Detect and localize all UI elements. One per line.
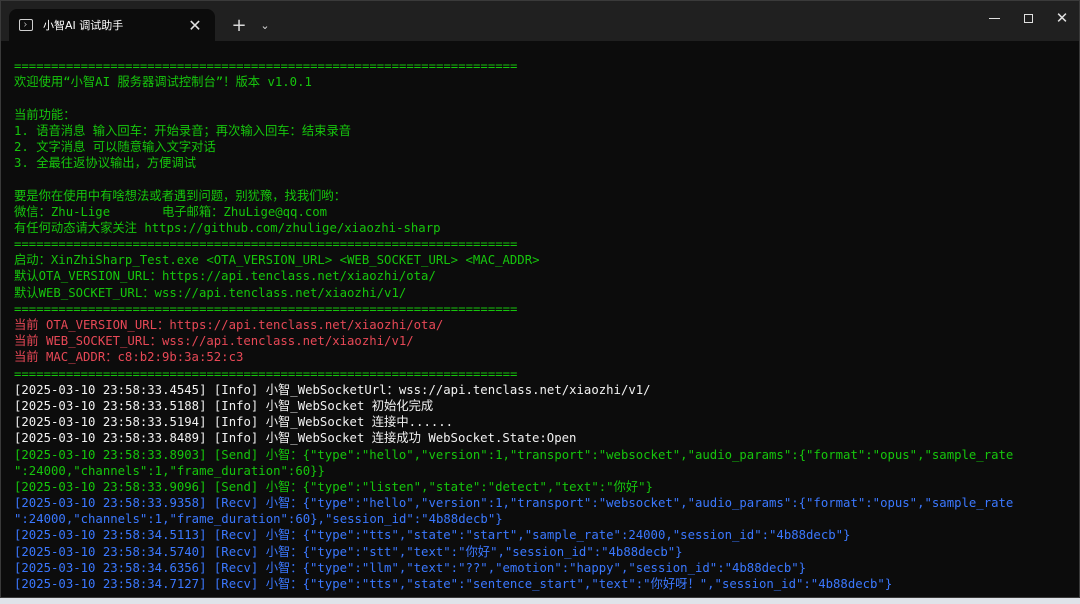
terminal-line: [2025-03-10 23:58:33.8903] [Send] 小智：{"t… bbox=[14, 447, 1014, 462]
terminal-line: ========================================… bbox=[14, 237, 518, 252]
terminal-line: [2025-03-10 23:58:34.7127] [Recv] 小智：{"t… bbox=[14, 577, 893, 591]
terminal-line: ========================================… bbox=[14, 366, 518, 381]
terminal-line: [2025-03-10 23:58:33.9096] [Send] 小智：{"t… bbox=[14, 479, 653, 494]
new-tab-button[interactable]: + bbox=[223, 9, 255, 41]
maximize-button[interactable] bbox=[1011, 1, 1045, 35]
maximize-icon bbox=[1023, 13, 1033, 23]
window-controls: ✕ bbox=[977, 1, 1079, 35]
chevron-down-icon[interactable]: ⌄ bbox=[255, 9, 275, 41]
terminal-line: [2025-03-10 23:58:33.8489] [Info] 小智_Web… bbox=[14, 431, 577, 446]
close-button[interactable]: ✕ bbox=[1045, 1, 1079, 35]
terminal-line: 2. 文字消息 可以随意输入文字对话 bbox=[14, 139, 216, 154]
terminal-line: ":24000,"channels":1,"frame_duration":60… bbox=[14, 463, 325, 478]
terminal-line: 有任何动态请大家关注 https://github.com/zhulige/xi… bbox=[14, 220, 441, 235]
terminal-line: 1. 语音消息 输入回车：开始录音；再次输入回车：结束录音 bbox=[14, 123, 352, 138]
close-icon: ✕ bbox=[1055, 9, 1069, 27]
terminal-line: [2025-03-10 23:58:34.5113] [Recv] 小智：{"t… bbox=[14, 528, 851, 543]
terminal-line: 默认OTA_VERSION_URL：https://api.tenclass.n… bbox=[14, 269, 436, 284]
terminal-line: 当前 MAC_ADDR：c8:b2:9b:3a:52:c3 bbox=[14, 350, 244, 365]
terminal-line: [2025-03-10 23:58:34.5740] [Recv] 小智：{"t… bbox=[14, 544, 683, 559]
terminal-line: 要是你在使用中有啥想法或者遇到问题，别犹豫，找我们哟： bbox=[14, 188, 347, 203]
terminal-line: ========================================… bbox=[14, 301, 518, 316]
scrollbar[interactable] bbox=[1073, 41, 1079, 597]
terminal-line: 当前 WEB_SOCKET_URL：wss://api.tenclass.net… bbox=[14, 334, 414, 349]
terminal-icon bbox=[19, 19, 33, 31]
terminal-line: ":24000,"channels":1,"frame_duration":60… bbox=[14, 512, 503, 527]
minimize-button[interactable] bbox=[977, 1, 1011, 35]
terminal-line: 当前 OTA_VERSION_URL：https://api.tenclass.… bbox=[14, 318, 444, 332]
tab-title: 小智AI 调试助手 bbox=[43, 19, 124, 32]
terminal-line: 默认WEB_SOCKET_URL：wss://api.tenclass.net/… bbox=[14, 285, 407, 300]
tab-active[interactable]: 小智AI 调试助手 ✕ bbox=[9, 9, 215, 41]
terminal-line: [2025-03-10 23:58:33.4545] [Info] 小智_Web… bbox=[14, 382, 651, 397]
terminal-line: 微信：Zhu-Lige 电子邮箱：ZhuLige@qq.com bbox=[14, 204, 328, 219]
title-bar: 小智AI 调试助手 ✕ + ⌄ ✕ bbox=[1, 1, 1079, 41]
terminal-line: [2025-03-10 23:58:34.6356] [Recv] 小智：{"t… bbox=[14, 560, 807, 575]
terminal-output[interactable]: ========================================… bbox=[14, 58, 1075, 597]
terminal-line: [2025-03-10 23:58:33.9358] [Recv] 小智：{"t… bbox=[14, 496, 1014, 511]
terminal-line: ========================================… bbox=[14, 59, 518, 73]
terminal-line: 欢迎使用“小智AI 服务器调试控制台”！版本 v1.0.1 bbox=[14, 75, 312, 90]
terminal-line: 当前功能： bbox=[14, 107, 76, 122]
tab-close-icon[interactable]: ✕ bbox=[185, 16, 205, 35]
terminal-line: 3. 全最往返协议输出，方便调试 bbox=[14, 156, 197, 171]
terminal-line: 启动：XinZhiSharp_Test.exe <OTA_VERSION_URL… bbox=[14, 253, 540, 268]
minimize-icon bbox=[988, 17, 1000, 19]
terminal-window: 小智AI 调试助手 ✕ + ⌄ ✕ ======================… bbox=[0, 0, 1080, 598]
terminal-line: [2025-03-10 23:58:33.5188] [Info] 小智_Web… bbox=[14, 398, 434, 413]
desktop-background bbox=[0, 598, 1080, 604]
terminal-line: [2025-03-10 23:58:33.5194] [Info] 小智_Web… bbox=[14, 415, 454, 430]
